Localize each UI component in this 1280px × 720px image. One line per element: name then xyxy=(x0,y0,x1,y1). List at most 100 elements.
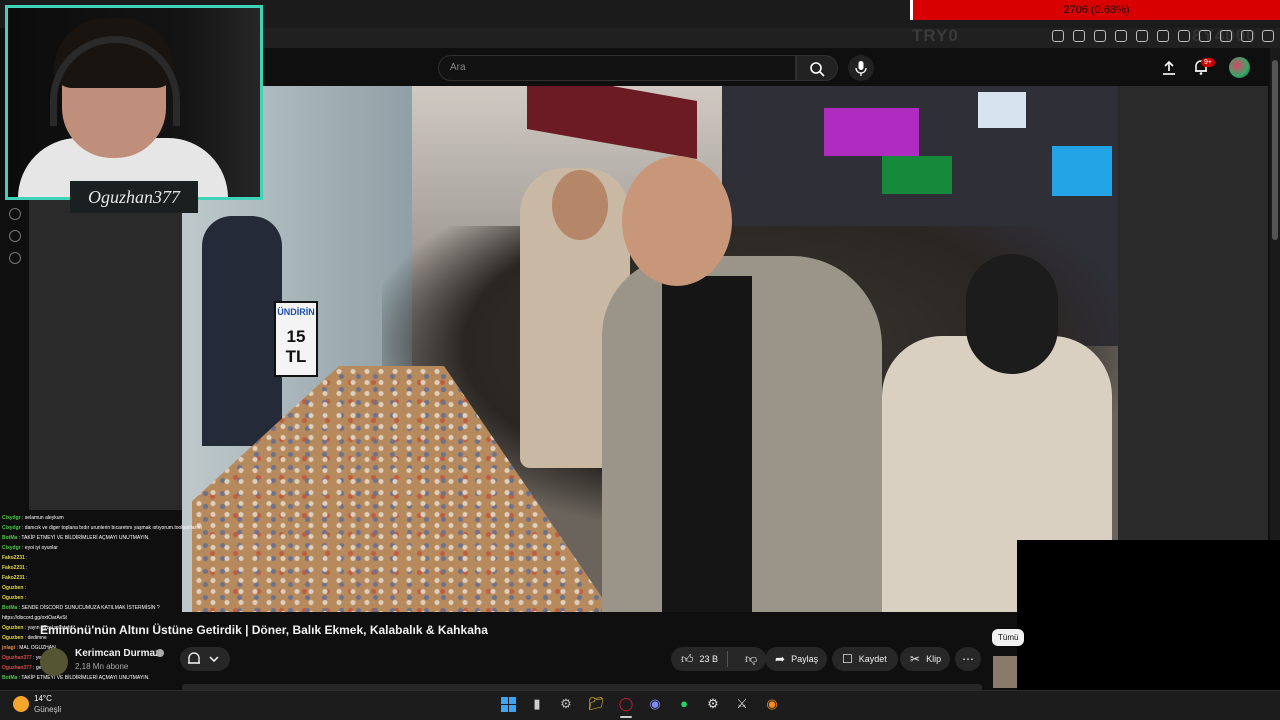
video-person-head xyxy=(622,156,732,286)
recommendations-chip-all[interactable]: Tümü xyxy=(992,629,1025,646)
chat-username: Cixydgr xyxy=(2,515,21,521)
extension-icon[interactable] xyxy=(1157,30,1169,42)
extension-icon[interactable] xyxy=(1052,30,1064,42)
subscription-bell-button[interactable] xyxy=(180,647,230,671)
chat-username: BotMa xyxy=(2,605,18,611)
chat-username: Fako2231 xyxy=(2,555,25,561)
stream-goal-bar: 2706 (0.68%) xyxy=(910,0,1280,20)
chat-text: TAKİP ETMEYİ VE BİLDİRİMLERİ AÇMAYI UNUT… xyxy=(21,535,150,541)
extension-icon[interactable] xyxy=(1094,30,1106,42)
game-icon[interactable]: ⚔ xyxy=(733,695,751,713)
share-button[interactable]: ➦ Paylaş xyxy=(765,647,827,671)
extension-icon[interactable] xyxy=(1241,30,1253,42)
steam-icon[interactable]: ⚙ xyxy=(704,695,722,713)
chat-message: BotMa : TAKİP ETMEYİ VE BİLDİRİMLERİ AÇM… xyxy=(2,675,150,681)
chat-username: Fako2231 xyxy=(2,565,25,571)
voice-search-button[interactable] xyxy=(848,55,874,81)
save-label: Kaydet xyxy=(858,654,887,664)
bookmark-icon: ☐ xyxy=(842,652,853,666)
video-price-tag: ÜNDİRİN 15 TL xyxy=(274,301,318,377)
chat-username: BotMa xyxy=(2,675,18,681)
more-icon: ⋯ xyxy=(962,652,974,666)
browser-extension-icons xyxy=(1052,30,1274,42)
thumbs-down-icon[interactable]: 👎︎ xyxy=(745,652,757,667)
recommendation-thumbnail[interactable] xyxy=(993,656,1017,688)
history-icon[interactable] xyxy=(9,208,21,220)
settings-gear-icon[interactable]: ⚙ xyxy=(557,695,575,713)
like-button[interactable]: 👍︎ 23 B 👎︎ xyxy=(671,647,766,671)
file-explorer-icon[interactable]: 📁︎ xyxy=(587,695,605,713)
opera-gx-icon[interactable]: ◯ xyxy=(617,695,635,713)
chat-username: Cixydgr xyxy=(2,525,21,531)
like-divider xyxy=(727,651,728,667)
video-person-head xyxy=(966,254,1058,374)
like-count: 23 B xyxy=(699,654,719,664)
chat-icon[interactable] xyxy=(9,230,21,242)
video-scene-sign xyxy=(882,156,952,194)
extension-icon[interactable] xyxy=(1262,30,1274,42)
start-button[interactable] xyxy=(499,695,517,713)
extension-icon[interactable] xyxy=(1178,30,1190,42)
overlay-black-box xyxy=(1017,540,1280,690)
chat-message: BotMa : SENDE DİSCORD SUNUCUMUZA KATILMA… xyxy=(2,605,160,611)
extension-icon[interactable] xyxy=(1073,30,1085,42)
stream-overlay-label-left: TRY0 xyxy=(912,26,959,45)
chat-username: Oguzhan377 xyxy=(2,655,32,661)
chat-username: Cixydgr xyxy=(2,545,21,551)
verified-icon xyxy=(156,649,164,657)
chat-text: selamun aleykum xyxy=(24,515,64,521)
windows-taskbar xyxy=(0,690,1280,720)
extension-icon[interactable] xyxy=(1199,30,1211,42)
chat-text: TAKİP ETMEYİ VE BİLDİRİMLERİ AÇMAYI UNUT… xyxy=(21,675,150,681)
chat-message: BotMa : TAKİP ETMEYİ VE BİLDİRİMLERİ AÇM… xyxy=(2,535,150,541)
thumbs-up-icon: 👍︎ xyxy=(681,651,694,666)
chat-message: Cixydgr : selamun aleykum xyxy=(2,515,64,521)
chevron-down-icon xyxy=(209,656,219,663)
search-placeholder: Ara xyxy=(450,62,466,73)
upload-icon[interactable] xyxy=(1160,59,1178,77)
search-button[interactable] xyxy=(796,55,838,81)
chat-username: Fako2231 xyxy=(2,575,25,581)
channel-name[interactable]: Kerimcan Durmaz xyxy=(75,648,160,659)
scissors-icon: ✂ xyxy=(910,652,921,666)
video-title: Eminönü'nün Altını Üstüne Getirdik | Dön… xyxy=(40,623,488,637)
save-button[interactable]: ☐ Kaydet xyxy=(832,647,898,671)
video-person xyxy=(202,216,282,446)
chat-message: Fako2231 : xyxy=(2,555,28,561)
extension-icon[interactable] xyxy=(1136,30,1148,42)
bell-icon xyxy=(188,652,219,664)
chat-message: Fako2231 : xyxy=(2,565,28,571)
settings-icon[interactable] xyxy=(9,252,21,264)
chat-username: jnlagi xyxy=(2,645,16,651)
channel-subscribers: 2,18 Mn abone xyxy=(75,662,129,671)
firefox-icon[interactable]: ◉ xyxy=(763,695,781,713)
clip-button[interactable]: ✂ Klip xyxy=(900,647,950,671)
account-avatar[interactable] xyxy=(1229,57,1250,78)
share-label: Paylaş xyxy=(791,654,819,664)
chat-username: Oguzben xyxy=(2,635,24,641)
scrollbar-thumb[interactable] xyxy=(1272,60,1278,240)
video-player[interactable]: ÜNDİRİN 15 TL xyxy=(182,86,1118,612)
chat-message: Cixydgr : danıcık ve diger toplana bıdır… xyxy=(2,523,202,533)
chat-text: SENDE DİSCORD SUNUCUMUZA KATILMAK İSTERM… xyxy=(21,605,160,611)
weather-sun-icon[interactable] xyxy=(13,696,29,712)
stream-goal-text: 2706 (0.68%) xyxy=(1063,4,1130,16)
spotify-icon[interactable]: ● xyxy=(675,695,693,713)
chat-username: BotMa xyxy=(2,535,18,541)
more-actions-button[interactable]: ⋯ xyxy=(955,647,981,671)
page-background-right xyxy=(1118,86,1268,540)
streamer-webcam xyxy=(5,5,263,200)
extension-icon[interactable] xyxy=(1220,30,1232,42)
microphone-icon xyxy=(855,61,867,76)
video-person-shirt xyxy=(662,276,752,612)
task-view-icon[interactable]: ▮ xyxy=(528,695,546,713)
share-icon: ➦ xyxy=(775,652,786,666)
weather-condition[interactable]: Güneşli xyxy=(34,705,61,714)
search-input[interactable]: Ara xyxy=(438,55,796,81)
channel-avatar[interactable] xyxy=(40,648,68,676)
chat-message: Oguzben : xyxy=(2,595,27,601)
discord-icon[interactable]: ◉ xyxy=(646,695,664,713)
clip-label: Klip xyxy=(926,654,942,664)
extension-icon[interactable] xyxy=(1115,30,1127,42)
weather-temperature[interactable]: 14°C xyxy=(34,694,52,703)
